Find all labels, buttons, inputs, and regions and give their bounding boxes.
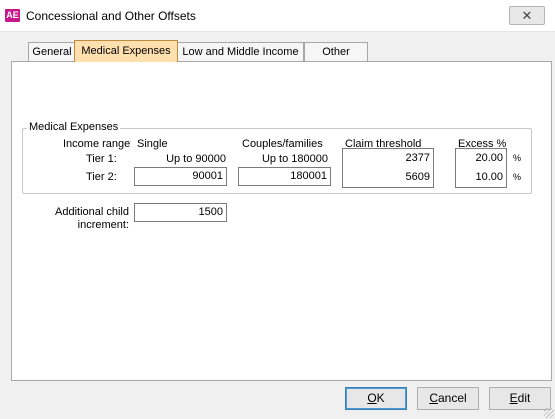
additional-child-label: Additional child increment: bbox=[44, 206, 129, 232]
ok-label-rest: K bbox=[376, 391, 385, 405]
tab-other-label: Other bbox=[322, 46, 350, 58]
cancel-mnemonic: C bbox=[429, 391, 438, 405]
cancel-label-rest: ancel bbox=[437, 391, 467, 405]
header-couples-families: Couples/families bbox=[242, 138, 323, 150]
tab-medical-expenses[interactable]: Medical Expenses bbox=[74, 40, 178, 62]
tab-other[interactable]: Other bbox=[304, 42, 368, 61]
app-logo-icon: AE bbox=[5, 9, 20, 22]
edit-button[interactable]: Edit bbox=[489, 387, 551, 410]
window-title: Concessional and Other Offsets bbox=[26, 9, 196, 23]
title-bar: AE Concessional and Other Offsets ✕ bbox=[0, 0, 555, 32]
cancel-button[interactable]: Cancel bbox=[417, 387, 479, 410]
tier1-claim-value: 2377 bbox=[405, 152, 430, 164]
edit-label-rest: dit bbox=[517, 391, 531, 405]
additional-child-label-line2: increment: bbox=[77, 219, 129, 231]
ok-mnemonic: O bbox=[367, 391, 377, 405]
close-button[interactable]: ✕ bbox=[509, 6, 545, 25]
edit-mnemonic: E bbox=[509, 391, 518, 405]
tier1-couples-value: Up to 180000 bbox=[261, 153, 328, 165]
tier2-excess-value: 10.00 bbox=[475, 171, 503, 183]
tier1-label: Tier 1: bbox=[86, 153, 117, 165]
close-icon: ✕ bbox=[521, 8, 533, 23]
tier1-single-value: Up to 90000 bbox=[166, 153, 226, 165]
excess-percent-field[interactable]: 20.00 10.00 bbox=[455, 148, 507, 188]
group-title: Medical Expenses bbox=[27, 121, 121, 133]
tier1-excess-value: 20.00 bbox=[475, 152, 503, 164]
tier2-label: Tier 2: bbox=[86, 171, 117, 183]
tier1-percent-sign: % bbox=[513, 153, 522, 163]
header-income-range: Income range bbox=[63, 138, 131, 150]
tab-low-and-middle-income[interactable]: Low and Middle Income bbox=[177, 42, 304, 61]
tab-general-label: General bbox=[32, 46, 72, 58]
additional-child-input[interactable]: 1500 bbox=[134, 203, 227, 222]
claim-threshold-field[interactable]: 2377 5609 bbox=[342, 148, 434, 188]
tab-low-and-middle-income-label: Low and Middle Income bbox=[182, 46, 299, 58]
tier2-single-input[interactable]: 90001 bbox=[134, 167, 227, 186]
tier2-percent-sign: % bbox=[513, 172, 522, 182]
additional-child-label-line1: Additional child bbox=[55, 206, 129, 218]
ok-button[interactable]: OK bbox=[345, 387, 407, 410]
tier2-couples-input[interactable]: 180001 bbox=[238, 167, 331, 186]
tab-medical-expenses-label: Medical Expenses bbox=[81, 45, 171, 57]
tab-general[interactable]: General bbox=[28, 42, 76, 61]
tier2-claim-value: 5609 bbox=[405, 171, 430, 183]
header-single: Single bbox=[137, 138, 168, 150]
resize-grip-icon[interactable] bbox=[544, 408, 554, 418]
